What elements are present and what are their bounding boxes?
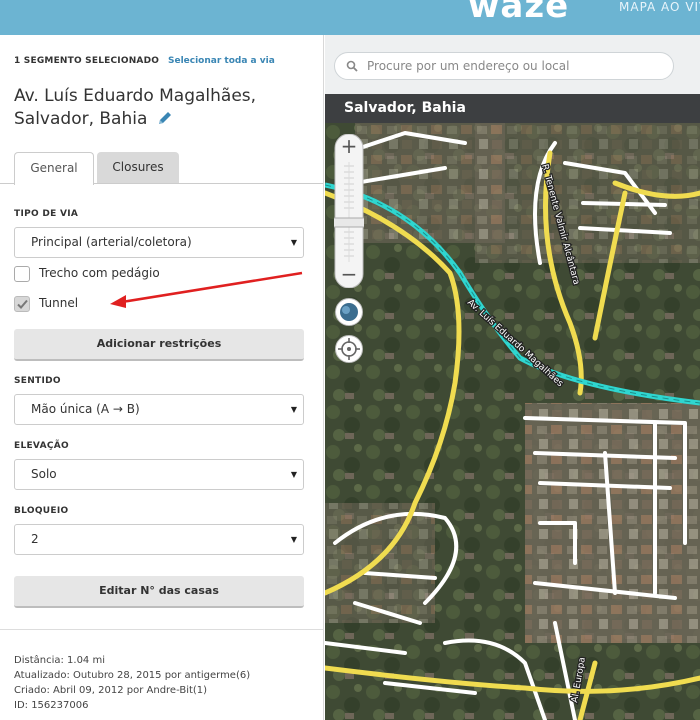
direction-value: Mão única (A → B) — [31, 402, 140, 416]
segment-title-street: Av. Luís Eduardo Magalhães, — [14, 86, 257, 106]
lock-select[interactable]: 2 ▼ — [14, 524, 304, 555]
layers-button[interactable] — [335, 298, 363, 326]
crosshair-icon — [338, 338, 360, 360]
segment-title: Av. Luís Eduardo Magalhães, Salvador, Ba… — [14, 85, 314, 133]
toll-checkbox[interactable] — [14, 266, 30, 282]
direction-select[interactable]: Mão única (A → B) ▼ — [14, 394, 304, 425]
distance-text: Distância: 1.04 mi — [14, 655, 105, 666]
updated-text: Atualizado: Outubro 28, 2015 por antiger… — [14, 670, 251, 681]
search-placeholder: Procure por um endereço ou local — [367, 59, 570, 73]
elevation-select[interactable]: Solo ▼ — [14, 459, 304, 490]
direction-label: SENTIDO — [14, 376, 61, 386]
search-icon — [346, 60, 358, 72]
globe-icon — [340, 303, 358, 321]
caret-down-icon: ▼ — [290, 535, 297, 544]
pencil-icon[interactable] — [157, 110, 173, 133]
map-canvas[interactable]: Av. Luís Eduardo Magalhães R. Tenente Va… — [325, 123, 700, 720]
road-type-label: TIPO DE VIA — [14, 209, 79, 219]
city-bar: Salvador, Bahia — [325, 94, 700, 123]
add-restrictions-button[interactable]: Adicionar restrições — [14, 329, 304, 361]
annotation-arrow — [110, 271, 303, 308]
lock-value: 2 — [31, 532, 39, 546]
road-type-value: Principal (arterial/coletora) — [31, 235, 192, 249]
lock-label: BLOQUEIO — [14, 506, 69, 516]
map-area: Procure por um endereço ou local Salvado… — [325, 35, 700, 720]
caret-down-icon: ▼ — [290, 470, 297, 479]
road-type-select[interactable]: Principal (arterial/coletora) ▼ — [14, 227, 304, 258]
top-bar: waze MAPA AO VIVO — [0, 0, 700, 35]
locate-me-button[interactable] — [335, 335, 363, 363]
selection-header: 1 SEGMENTO SELECIONADO Selecionar toda a… — [14, 56, 275, 66]
zoom-slider-handle[interactable] — [334, 217, 364, 228]
waze-logo[interactable]: waze — [468, 0, 569, 26]
segment-metadata: Distância: 1.04 mi Atualizado: Outubro 2… — [14, 653, 250, 713]
divider — [0, 629, 323, 630]
edit-house-numbers-button[interactable]: Editar N° das casas — [14, 576, 304, 608]
segment-title-city: Salvador, Bahia — [14, 109, 148, 129]
tunnel-label: Tunnel — [39, 296, 79, 310]
selection-count: 1 SEGMENTO SELECIONADO — [14, 56, 160, 66]
tab-closures[interactable]: Closures — [97, 152, 179, 184]
select-all-link[interactable]: Selecionar toda a via — [168, 56, 275, 66]
elevation-label: ELEVAÇÃO — [14, 441, 69, 451]
check-icon — [17, 299, 28, 309]
tab-general[interactable]: General — [14, 152, 94, 185]
zoom-control: + − — [334, 134, 364, 288]
caret-down-icon: ▼ — [290, 238, 297, 247]
tunnel-checkbox[interactable] — [14, 296, 30, 312]
search-input[interactable]: Procure por um endereço ou local — [334, 52, 674, 80]
created-text: Criado: Abril 09, 2012 por Andre-Bit(1) — [14, 685, 208, 696]
edit-panel: 1 SEGMENTO SELECIONADO Selecionar toda a… — [0, 35, 324, 720]
zoom-in-button[interactable]: + — [334, 134, 364, 160]
segment-id-text: ID: 156237006 — [14, 700, 89, 711]
caret-down-icon: ▼ — [290, 405, 297, 414]
zoom-out-button[interactable]: − — [334, 262, 364, 288]
elevation-value: Solo — [31, 467, 57, 481]
live-map-link[interactable]: MAPA AO VIVO — [619, 0, 700, 14]
